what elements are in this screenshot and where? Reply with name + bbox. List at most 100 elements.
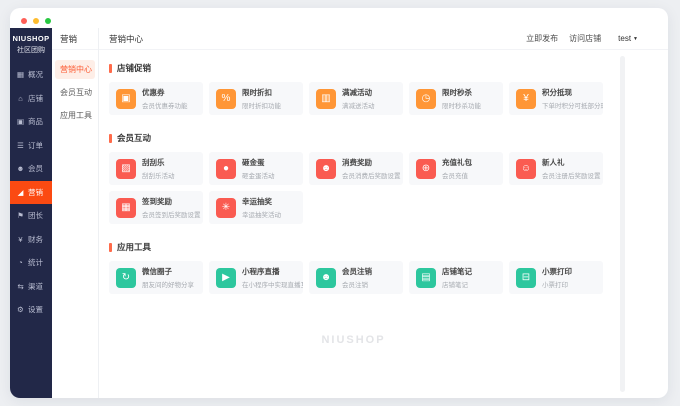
sidebar-item-overview[interactable]: ▦ 概况	[10, 63, 52, 87]
card-mini-program-live[interactable]: ▶ 小程序直播在小程序中实现直播互动与商品..	[209, 261, 303, 294]
minimize-button[interactable]	[33, 18, 39, 24]
card-golden-egg[interactable]: ● 砸金蛋 砸金蛋活动	[209, 152, 303, 185]
sidebar-item-statistics[interactable]: ◔ 统计	[10, 251, 52, 275]
sidebar-item-leader[interactable]: ⚑ 团长	[10, 204, 52, 228]
card-title: 限时折扣	[242, 87, 272, 97]
sidebar-item-member[interactable]: ☻ 会员	[10, 157, 52, 181]
shop-icon: ⌂	[18, 93, 23, 103]
coupon-icon: ▣	[116, 88, 136, 109]
seckill-clock-icon: ◷	[416, 88, 436, 109]
submenu-item-member-interaction[interactable]: 会员互动	[55, 83, 95, 102]
card-member-cancellation[interactable]: ☻ 会员注销 会员注销	[309, 261, 403, 294]
card-title: 小票打印	[542, 266, 572, 276]
breadcrumb: 营销中心	[109, 33, 144, 44]
card-title: 满减活动	[342, 87, 372, 97]
note-icon: ▤	[416, 267, 436, 288]
card-points-deduction[interactable]: ¥ 积分抵现下单时积分可抵部分现金	[509, 82, 603, 115]
submenu-item-marketing-center[interactable]: 营销中心	[55, 60, 95, 79]
card-wechat-circle[interactable]: ↻ 微信圈子 朋友间的好物分享	[109, 261, 203, 294]
card-recharge-gift[interactable]: ⊕ 充值礼包 会员充值	[409, 152, 503, 185]
card-coupon[interactable]: ▣ 优惠券 会员优惠券功能	[109, 82, 203, 115]
sidebar-item-label: 渠道	[28, 281, 43, 291]
card-title: 限时秒杀	[442, 87, 472, 97]
section-header: 应用工具	[109, 241, 668, 253]
sidebar-item-finance[interactable]: ¥ 财务	[10, 228, 52, 252]
card-consume-reward[interactable]: ☻ 消费奖励会员消费后奖励设置	[309, 152, 403, 185]
card-signin-reward[interactable]: ▦ 签到奖励 会员签到后奖励设置	[109, 191, 203, 224]
card-info: 限时折扣 限时折扣功能	[242, 87, 281, 111]
card-info: 小程序直播在小程序中实现直播互动与商品..	[242, 266, 303, 290]
card-title: 消费奖励	[342, 157, 372, 167]
chevron-down-icon: ▼	[633, 35, 638, 42]
card-description: 在小程序中实现直播互动与商品..	[242, 282, 303, 290]
card-time-discount[interactable]: % 限时折扣 限时折扣功能	[209, 82, 303, 115]
card-title: 签到奖励	[142, 196, 172, 206]
section-header: 会员互动	[109, 132, 668, 144]
card-full-reduction[interactable]: ▥ 满减活动 满减送活动	[309, 82, 403, 115]
card-description: 幸运抽奖活动	[242, 212, 281, 220]
submenu-title: 营销	[52, 28, 98, 50]
card-description: 会员注册后奖励设置	[542, 173, 601, 181]
card-info: 小票打印 小票打印	[542, 266, 572, 290]
submenu-item-app-tools[interactable]: 应用工具	[55, 106, 95, 125]
card-description: 限时秒杀功能	[442, 103, 481, 111]
card-title: 积分抵现	[542, 87, 572, 97]
card-shop-note[interactable]: ▤ 店铺笔记 店铺笔记	[409, 261, 503, 294]
secondary-sidebar: 营销 营销中心会员互动应用工具	[52, 28, 99, 398]
member-icon: ☻	[16, 164, 25, 173]
sidebar-item-label: 设置	[28, 305, 43, 315]
topbar-actions: 立即发布 访问店铺 test ▼	[526, 33, 638, 44]
card-info: 砸金蛋 砸金蛋活动	[242, 157, 275, 181]
section-accent-bar	[109, 133, 112, 143]
card-info: 会员注销 会员注销	[342, 266, 372, 290]
card-description: 会员优惠券功能	[142, 103, 188, 111]
card-title: 新人礼	[542, 157, 565, 167]
sidebar-item-label: 统计	[28, 258, 43, 268]
card-newcomer-gift[interactable]: ☺ 新人礼 会员注册后奖励设置	[509, 152, 603, 185]
sidebar-item-channel[interactable]: ⇆ 渠道	[10, 275, 52, 299]
wechat-circle-icon: ↻	[116, 267, 136, 288]
sidebar-item-marketing[interactable]: ◢ 营销	[10, 180, 52, 204]
settings-icon: ⚙	[17, 305, 24, 314]
account-dropdown[interactable]: test ▼	[618, 34, 638, 43]
card-scratch-card[interactable]: ▨ 刮刮乐 刮刮乐活动	[109, 152, 203, 185]
card-title: 小程序直播	[242, 266, 280, 276]
close-button[interactable]	[21, 18, 27, 24]
scratch-card-icon: ▨	[116, 158, 136, 179]
card-receipt-print[interactable]: ⊟ 小票打印 小票打印	[509, 261, 603, 294]
brand-name: NIUSHOP	[12, 34, 50, 43]
section-header: 店铺促销	[109, 62, 668, 74]
card-info: 刮刮乐 刮刮乐活动	[142, 157, 175, 181]
card-seckill[interactable]: ◷ 限时秒杀限时秒杀功能	[409, 82, 503, 115]
card-lucky-draw[interactable]: ✳ 幸运抽奖 幸运抽奖活动	[209, 191, 303, 224]
section-title: 会员互动	[117, 133, 152, 143]
visit-store-button[interactable]: 访问店铺	[569, 33, 601, 44]
sidebar-item-goods[interactable]: ▣ 商品	[10, 110, 52, 134]
card-grid: ↻ 微信圈子朋友间的好物分享 ▶ 小程序直播在小程序中实现直播互动与商品.. ☻ 会员注销…	[109, 261, 609, 294]
submenu-list: 营销中心会员互动应用工具	[52, 50, 98, 125]
card-description: 会员消费后奖励设置	[342, 173, 401, 181]
section-member-interaction: 会员互动 ▨ 刮刮乐 刮刮乐活动 ● 砸金蛋 砸金蛋活动 ☻ 消费奖励会员消费后奖励设置 ⊕ 充值礼…	[109, 132, 668, 224]
sections-container: 店铺促销 ▣ 优惠券 会员优惠券功能% 限时折扣 限时折扣功能 ▥ 满减活动 满减送活动 ◷ 限时秒…	[99, 50, 668, 294]
card-info: 满减活动 满减送活动	[342, 87, 375, 111]
zoom-button[interactable]	[45, 18, 51, 24]
sidebar-item-order[interactable]: ☰ 订单	[10, 134, 52, 158]
golden-egg-icon: ●	[216, 158, 236, 179]
card-info: 限时秒杀限时秒杀功能	[442, 87, 481, 111]
card-description: 会员签到后奖励设置	[142, 212, 201, 220]
vertical-scrollbar[interactable]	[620, 56, 625, 392]
app-window: NIUSHOP 社区团购 ▦ 概况 ⌂ 店铺 ▣ 商品 ☰ 订单 ☻ 会员 ◢ 营销 ⚑ 团长 ¥ 财务 ◔ 统计…	[10, 8, 668, 398]
card-info: 优惠券 会员优惠券功能	[142, 87, 188, 111]
sidebar-menu: ▦ 概况 ⌂ 店铺 ▣ 商品 ☰ 订单 ☻ 会员 ◢ 营销 ⚑ 团长 ¥ 财务 ◔ 统计 ⇆ 渠道 ⚙ 设置	[10, 63, 52, 322]
section-accent-bar	[109, 63, 112, 73]
sidebar-item-settings[interactable]: ⚙ 设置	[10, 298, 52, 322]
card-title: 砸金蛋	[242, 157, 265, 167]
sidebar-item-shop[interactable]: ⌂ 店铺	[10, 87, 52, 111]
card-info: 新人礼会员注册后奖励设置	[542, 157, 601, 181]
card-title: 店铺笔记	[442, 266, 472, 276]
printer-icon: ⊟	[516, 267, 536, 288]
discount-icon: %	[216, 88, 236, 109]
consume-reward-icon: ☻	[316, 158, 336, 179]
publish-button[interactable]: 立即发布	[526, 33, 558, 44]
section-title: 店铺促销	[117, 63, 152, 73]
